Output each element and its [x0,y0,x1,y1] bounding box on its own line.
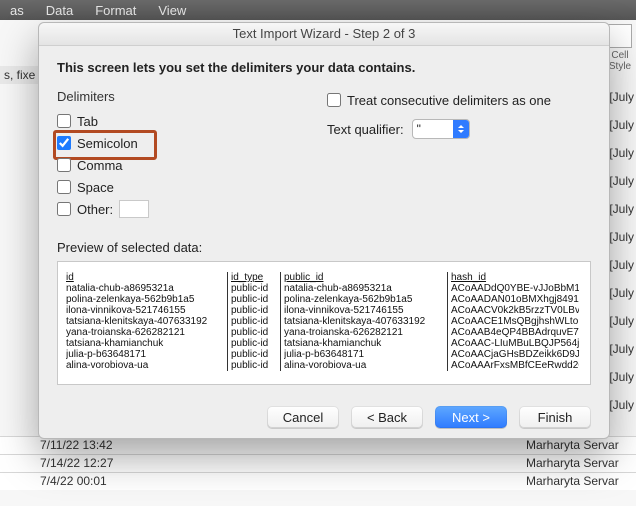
delimiter-other-checkbox[interactable] [57,202,71,216]
treat-consecutive-checkbox[interactable] [327,93,341,107]
next-button[interactable]: Next > [435,406,507,428]
preview-column: id_typepublic-idpublic-idpublic-idpublic… [231,272,281,371]
delimiter-space-label: Space [77,180,114,195]
menubar-item[interactable]: View [158,3,186,18]
menubar-item[interactable]: Format [95,3,136,18]
delimiter-other-row: Other: [57,198,287,220]
menubar-item[interactable]: as [10,3,24,18]
preview-column: idnatalia-chub-a8695321apolina-zelenkaya… [66,272,228,371]
delimiter-semicolon-label: Semicolon [77,136,138,151]
treat-consecutive-label: Treat consecutive delimiters as one [347,93,551,108]
delimiter-tab-row: Tab [57,110,287,132]
wizard-title: Text Import Wizard - Step 2 of 3 [39,23,609,46]
delimiter-semicolon-checkbox[interactable] [57,136,71,150]
delimiters-label: Delimiters [57,89,287,104]
cell-style-icon [608,24,632,48]
delimiter-other-input[interactable] [119,200,149,218]
text-qualifier-value: " [413,122,453,136]
preview-column: hash_idACoAADdQ0YBE-vJJoBbM18XSE7mR_0HiE… [451,272,579,371]
delimiter-comma-checkbox[interactable] [57,158,71,172]
background-rows: 7/11/22 13:42 Marharyta Servar 7/14/22 1… [0,436,636,506]
delimiter-other-label: Other: [77,202,113,217]
cancel-button[interactable]: Cancel [267,406,339,428]
back-button[interactable]: < Back [351,406,423,428]
delimiter-space-row: Space [57,176,287,198]
bg-corner-text: s, fixe [0,66,39,84]
delimiter-tab-checkbox[interactable] [57,114,71,128]
wizard-heading: This screen lets you set the delimiters … [57,60,591,75]
chevron-updown-icon [453,120,469,138]
preview-box: idnatalia-chub-a8695321apolina-zelenkaya… [57,261,591,385]
table-row[interactable]: 7/4/22 00:01 Marharyta Servar [0,472,636,490]
table-row[interactable]: 7/14/22 12:27 Marharyta Servar [0,454,636,472]
menubar-item[interactable]: Data [46,3,73,18]
delimiter-comma-label: Comma [77,158,123,173]
preview-label: Preview of selected data: [57,240,591,255]
wizard-footer: Cancel < Back Next > Finish [39,406,609,428]
text-import-wizard: Text Import Wizard - Step 2 of 3 This sc… [38,22,610,439]
delimiter-tab-label: Tab [77,114,98,129]
delimiter-semicolon-row: Semicolon [57,132,287,154]
finish-button[interactable]: Finish [519,406,591,428]
preview-column: public_idnatalia-chub-a8695321apolina-ze… [284,272,448,371]
text-qualifier-select[interactable]: " [412,119,470,139]
menubar: as Data Format View [0,0,636,20]
treat-consecutive-row: Treat consecutive delimiters as one [327,89,591,111]
delimiter-comma-row: Comma [57,154,287,176]
text-qualifier-label: Text qualifier: [327,122,404,137]
delimiter-space-checkbox[interactable] [57,180,71,194]
